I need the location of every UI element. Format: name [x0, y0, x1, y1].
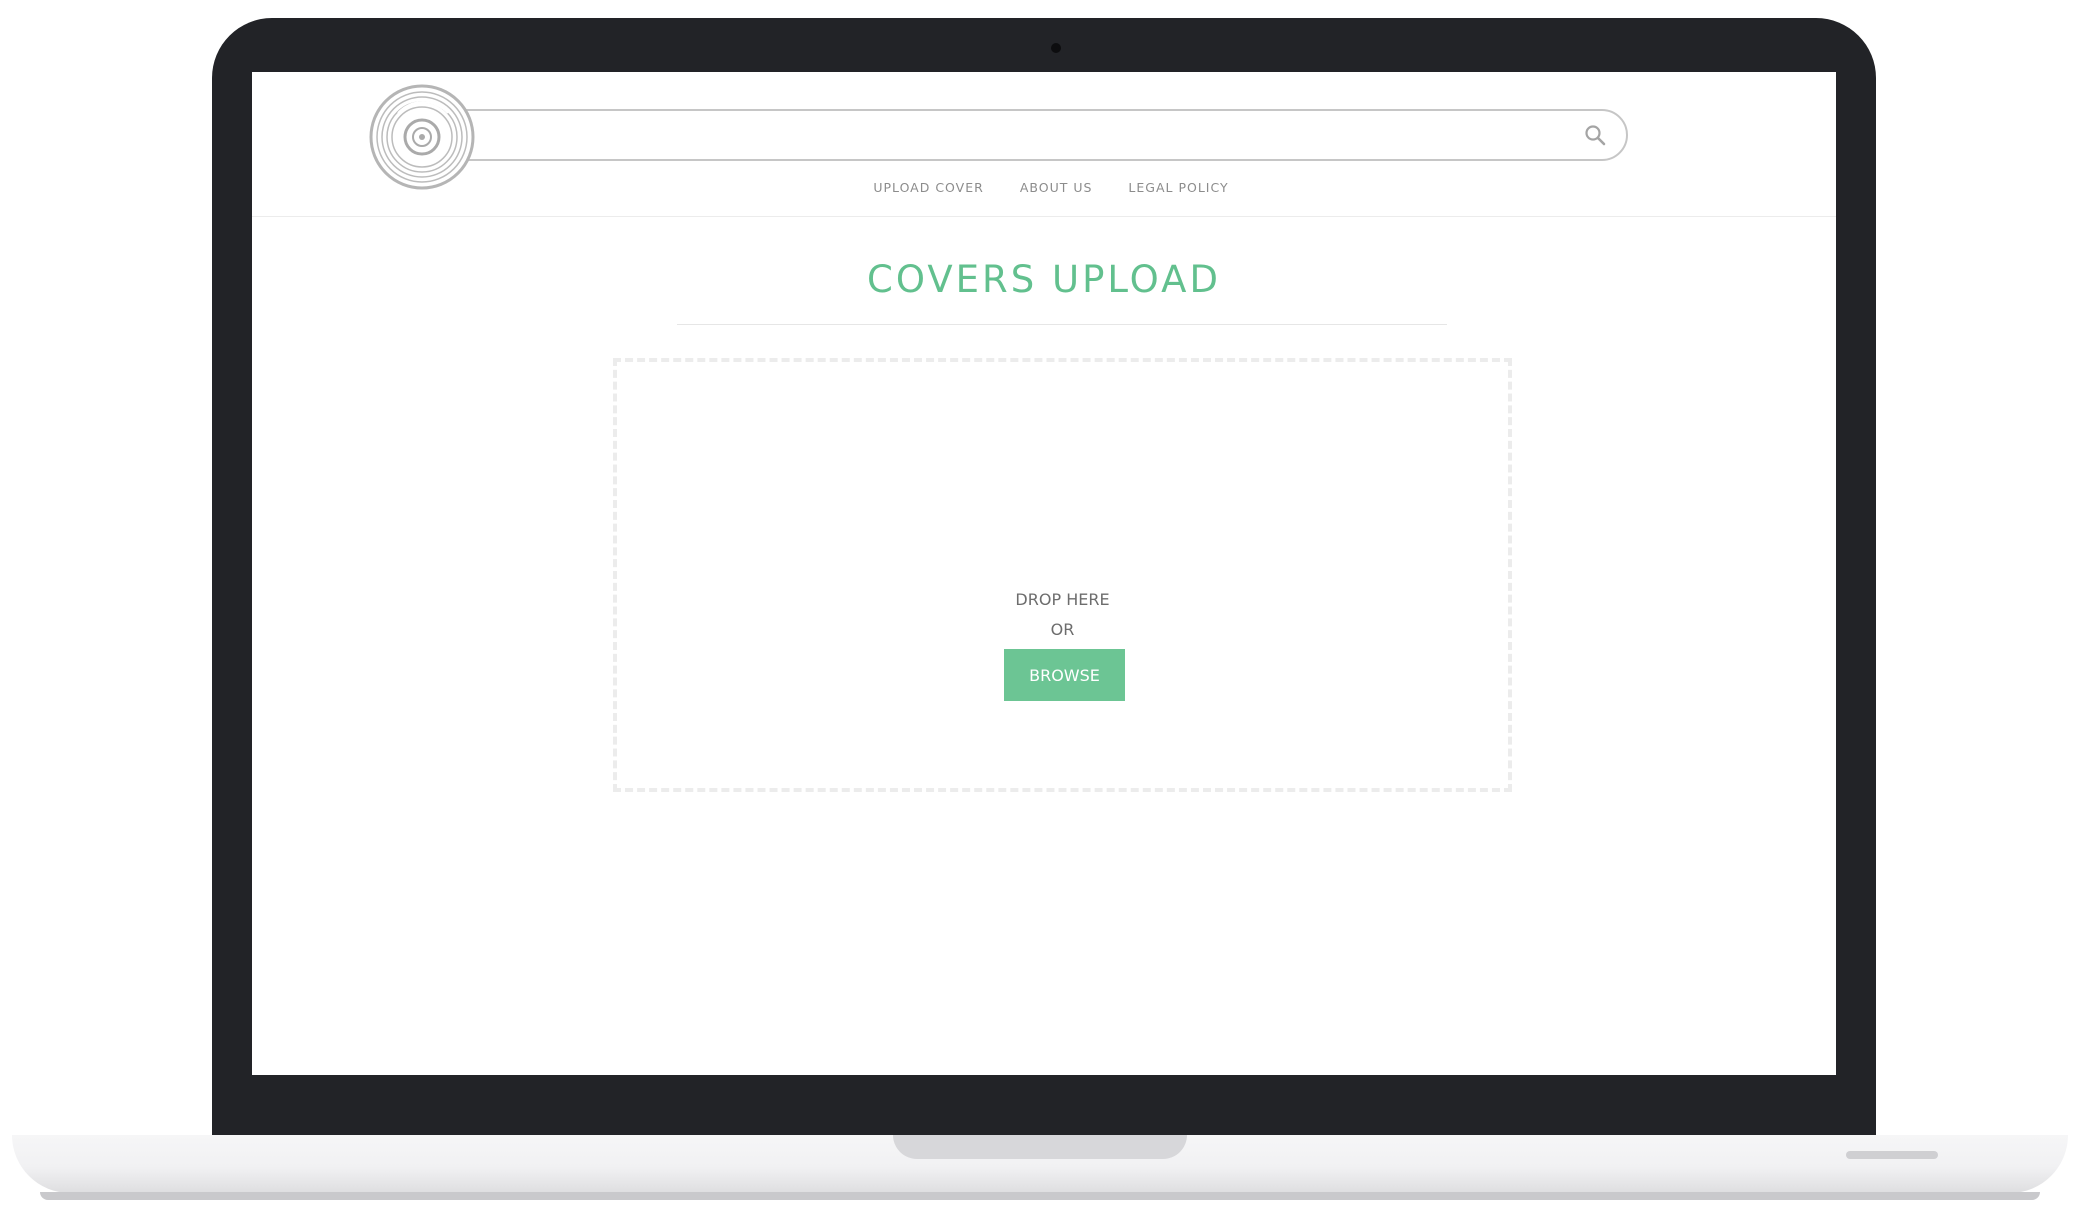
drop-here-label: DROP HERE [1015, 590, 1110, 609]
nav-upload-cover[interactable]: UPLOAD COVER [873, 180, 983, 195]
upload-dropzone[interactable]: DROP HERE OR BROWSE [613, 358, 1512, 792]
or-label: OR [1050, 620, 1075, 639]
search-input[interactable] [494, 117, 1558, 155]
laptop-screen: UPLOAD COVER ABOUT US LEGAL POLICY COVER… [252, 72, 1836, 1075]
search-bar [432, 109, 1628, 161]
main-nav: UPLOAD COVER ABOUT US LEGAL POLICY [252, 180, 1836, 195]
laptop-indicator [1846, 1151, 1938, 1159]
page-title: COVERS UPLOAD [867, 258, 1221, 301]
nav-about-us[interactable]: ABOUT US [1020, 180, 1093, 195]
vinyl-record-icon[interactable] [368, 83, 476, 191]
laptop-camera [1051, 43, 1061, 53]
laptop-notch [893, 1135, 1187, 1159]
laptop-base-shadow [40, 1192, 2040, 1200]
site-header: UPLOAD COVER ABOUT US LEGAL POLICY [252, 72, 1836, 217]
search-icon[interactable] [1584, 124, 1606, 146]
browse-button[interactable]: BROWSE [1004, 649, 1125, 701]
title-divider [677, 324, 1447, 325]
nav-legal-policy[interactable]: LEGAL POLICY [1128, 180, 1228, 195]
